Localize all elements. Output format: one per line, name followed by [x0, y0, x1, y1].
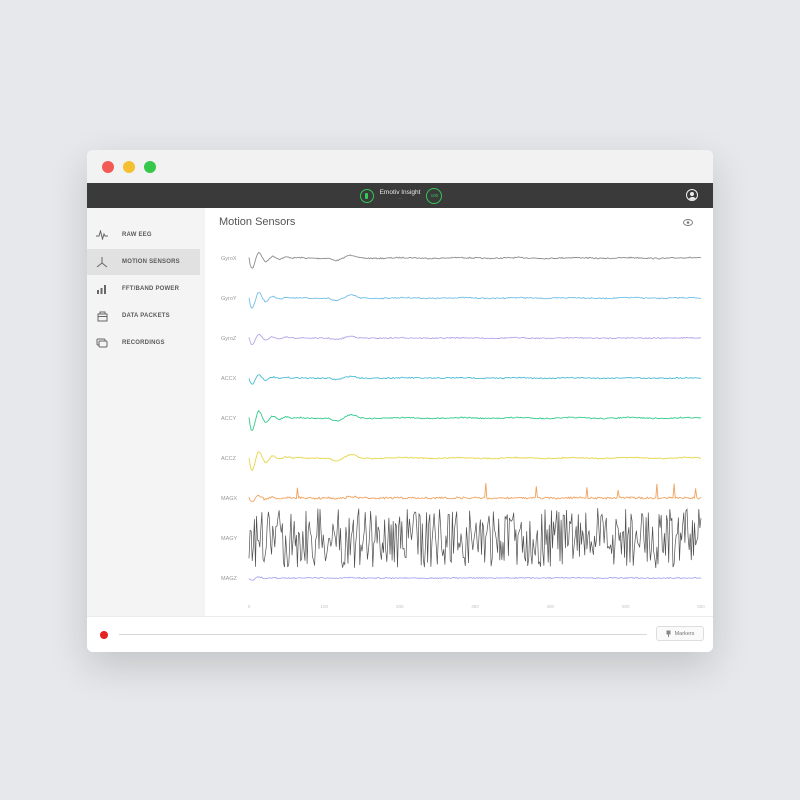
- record-button[interactable]: [100, 631, 108, 639]
- main-panel: Motion Sensors GyroX GyroY GyroZ ACCX ACCY AC…: [205, 208, 713, 616]
- pulse-icon: [96, 229, 108, 241]
- series-line-gyroz: [248, 333, 702, 345]
- footer-bar: Markers: [87, 616, 713, 652]
- channel-label-accy: ACCY: [221, 416, 237, 422]
- recordings-icon: [96, 337, 108, 349]
- channel-label-accx: ACCX: [221, 376, 237, 382]
- series-line-accx: [248, 374, 702, 385]
- title-bar: [87, 150, 713, 183]
- sidebar: RAW EEG MOTION SENSORS FFT/BAND POWER DA…: [87, 208, 205, 616]
- series-line-gyrox: [248, 251, 702, 269]
- app-header: Emotiv Insight ···· 100: [87, 183, 713, 208]
- axes-icon: [96, 256, 108, 268]
- sidebar-item-motion-sensors[interactable]: MOTION SENSORS: [87, 249, 200, 275]
- channel-label-magy: MAGY: [221, 536, 238, 542]
- marker-pin-icon: [666, 630, 671, 637]
- close-window-button[interactable]: [102, 161, 114, 173]
- signal-quality-icon: 100: [426, 187, 443, 204]
- series-line-magz: [248, 576, 702, 581]
- series-line-magy: [248, 508, 702, 569]
- sidebar-item-data-packets[interactable]: DATA PACKETS: [87, 303, 200, 329]
- x-tick-label: 0: [248, 604, 251, 609]
- timeline-track[interactable]: [119, 634, 647, 635]
- channel-label-accz: ACCZ: [221, 456, 237, 462]
- series-line-gyroy: [248, 292, 702, 309]
- series-line-accz: [248, 451, 702, 472]
- markers-label: Markers: [674, 630, 695, 637]
- x-tick-label: 400: [547, 604, 555, 609]
- sidebar-item-raw-eeg[interactable]: RAW EEG: [87, 222, 200, 248]
- device-status[interactable]: Emotiv Insight ···· 100: [350, 185, 452, 206]
- channel-label-gyroy: GyroY: [221, 296, 237, 302]
- x-tick-label: 500: [622, 604, 630, 609]
- package-icon: [96, 310, 108, 322]
- x-tick-label: 300: [471, 604, 479, 609]
- device-subtitle: ····: [397, 196, 403, 202]
- channel-label-magx: MAGX: [221, 496, 238, 502]
- app-window: Emotiv Insight ···· 100 RAW EEG MOTION S…: [87, 150, 713, 652]
- minimize-window-button[interactable]: [123, 161, 135, 173]
- channel-label-gyroz: GyroZ: [221, 336, 237, 342]
- sidebar-item-recordings[interactable]: RECORDINGS: [87, 330, 200, 356]
- channel-label-magz: MAGZ: [221, 576, 238, 582]
- series-line-magx: [248, 482, 702, 502]
- series-line-accy: [248, 410, 702, 431]
- x-tick-label: 200: [396, 604, 404, 609]
- markers-button[interactable]: Markers: [656, 626, 704, 641]
- maximize-window-button[interactable]: [144, 161, 156, 173]
- sidebar-item-fft-band-power[interactable]: FFT/BAND POWER: [87, 276, 200, 302]
- user-account-icon[interactable]: [686, 189, 698, 201]
- motion-sensors-chart: GyroX GyroY GyroZ ACCX ACCY ACCZ MAGX MAGY MAGZ 0…: [221, 251, 705, 609]
- channel-label-gyrox: GyroX: [221, 256, 237, 262]
- x-tick-label: 600: [697, 604, 705, 609]
- bars-icon: [96, 283, 108, 295]
- battery-icon: [359, 188, 374, 203]
- x-tick-label: 100: [321, 604, 329, 609]
